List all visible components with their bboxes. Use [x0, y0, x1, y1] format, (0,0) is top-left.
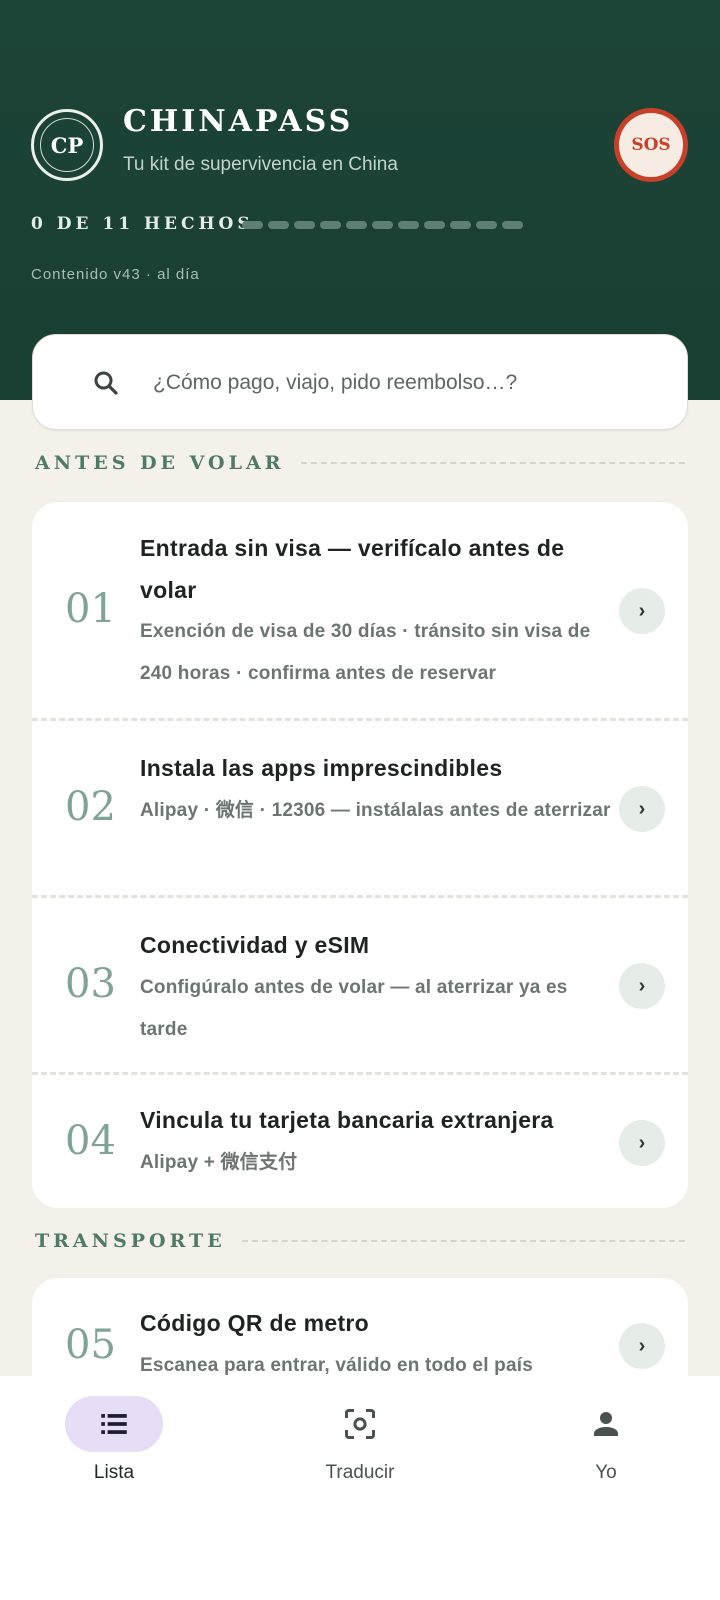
item-number: 02 [65, 784, 116, 830]
bottom-navigation: Lista Traducir Yo [0, 1376, 720, 1600]
progress-segment [294, 221, 315, 229]
section-header-transporte: TRANSPORTE [35, 1230, 685, 1252]
item-title: Entrada sin visa — verifícalo antes de v… [140, 535, 565, 603]
search-bar[interactable] [32, 334, 688, 430]
progress-segment [424, 221, 445, 229]
progress-segment [346, 221, 367, 229]
nav-label: Traducir [325, 1462, 395, 1483]
logo-text: CP [40, 118, 94, 172]
section-divider [300, 462, 685, 464]
scan-translate-icon [345, 1409, 375, 1439]
item-description: Exención de visa de 30 días · tránsito s… [140, 621, 591, 684]
item-title: Conectividad y eSIM [140, 932, 370, 958]
checklist-item-02[interactable]: 02 Instala las apps imprescindibles Alip… [32, 721, 688, 897]
progress-label: 0 DE 11 HECHOS [31, 214, 254, 234]
nav-item-lista[interactable]: Lista [24, 1396, 204, 1496]
nav-active-indicator [65, 1396, 163, 1452]
item-number: 01 [65, 586, 116, 632]
progress-segment [372, 221, 393, 229]
item-number: 03 [65, 961, 116, 1007]
item-number: 04 [65, 1118, 116, 1164]
progress-segment [242, 221, 263, 229]
search-input[interactable] [153, 355, 663, 411]
section-divider [241, 1240, 685, 1242]
progress-segment [450, 221, 471, 229]
nav-item-yo[interactable]: Yo [516, 1396, 696, 1496]
nav-label: Lista [93, 1462, 135, 1483]
nav-icon-wrap [557, 1396, 655, 1452]
app-title: CHINAPASS [123, 104, 354, 139]
list-icon [101, 1414, 127, 1434]
checklist-item-03[interactable]: 03 Conectividad y eSIM Configúralo antes… [32, 898, 688, 1074]
item-title: Vincula tu tarjeta bancaria extranjera [140, 1107, 554, 1133]
content-version: Contenido v43 · al día [31, 266, 200, 283]
progress-bar [242, 221, 523, 229]
progress-segment [398, 221, 419, 229]
progress-segment [502, 221, 523, 229]
nav-item-traducir[interactable]: Traducir [270, 1396, 450, 1496]
nav-icon-wrap [311, 1396, 409, 1452]
sos-label: SOS [619, 113, 683, 177]
progress-segment [320, 221, 341, 229]
chevron-right-icon[interactable]: › [619, 1120, 665, 1166]
section-label: TRANSPORTE [35, 1230, 226, 1252]
item-description: Configúralo antes de volar — al aterriza… [140, 977, 568, 1040]
chevron-right-icon[interactable]: › [619, 963, 665, 1009]
nav-label: Yo [595, 1462, 617, 1483]
person-icon [594, 1412, 618, 1436]
progress-segment [268, 221, 289, 229]
progress-segment [476, 221, 497, 229]
checklist-card-antes-de-volar: 01 Entrada sin visa — verifícalo antes d… [32, 502, 688, 1208]
chevron-right-icon[interactable]: › [619, 588, 665, 634]
checklist-item-01[interactable]: 01 Entrada sin visa — verifícalo antes d… [32, 502, 688, 720]
item-title: Código QR de metro [140, 1310, 370, 1336]
section-header-antes-de-volar: ANTES DE VOLAR [35, 452, 685, 474]
checklist-item-04[interactable]: 04 Vincula tu tarjeta bancaria extranjer… [32, 1075, 688, 1208]
item-number: 05 [65, 1322, 116, 1368]
section-label: ANTES DE VOLAR [35, 452, 285, 474]
app-logo: CP [31, 109, 103, 181]
item-description: Alipay · 微信 · 12306 — instálalas antes d… [140, 800, 611, 821]
chevron-right-icon[interactable]: › [619, 1323, 665, 1369]
app-subtitle: Tu kit de supervivencia en China [123, 154, 398, 175]
chevron-right-icon[interactable]: › [619, 786, 665, 832]
item-description: Alipay + 微信支付 [140, 1152, 298, 1173]
sos-button[interactable]: SOS [614, 108, 688, 182]
search-icon [94, 371, 118, 395]
item-title: Instala las apps imprescindibles [140, 755, 503, 781]
